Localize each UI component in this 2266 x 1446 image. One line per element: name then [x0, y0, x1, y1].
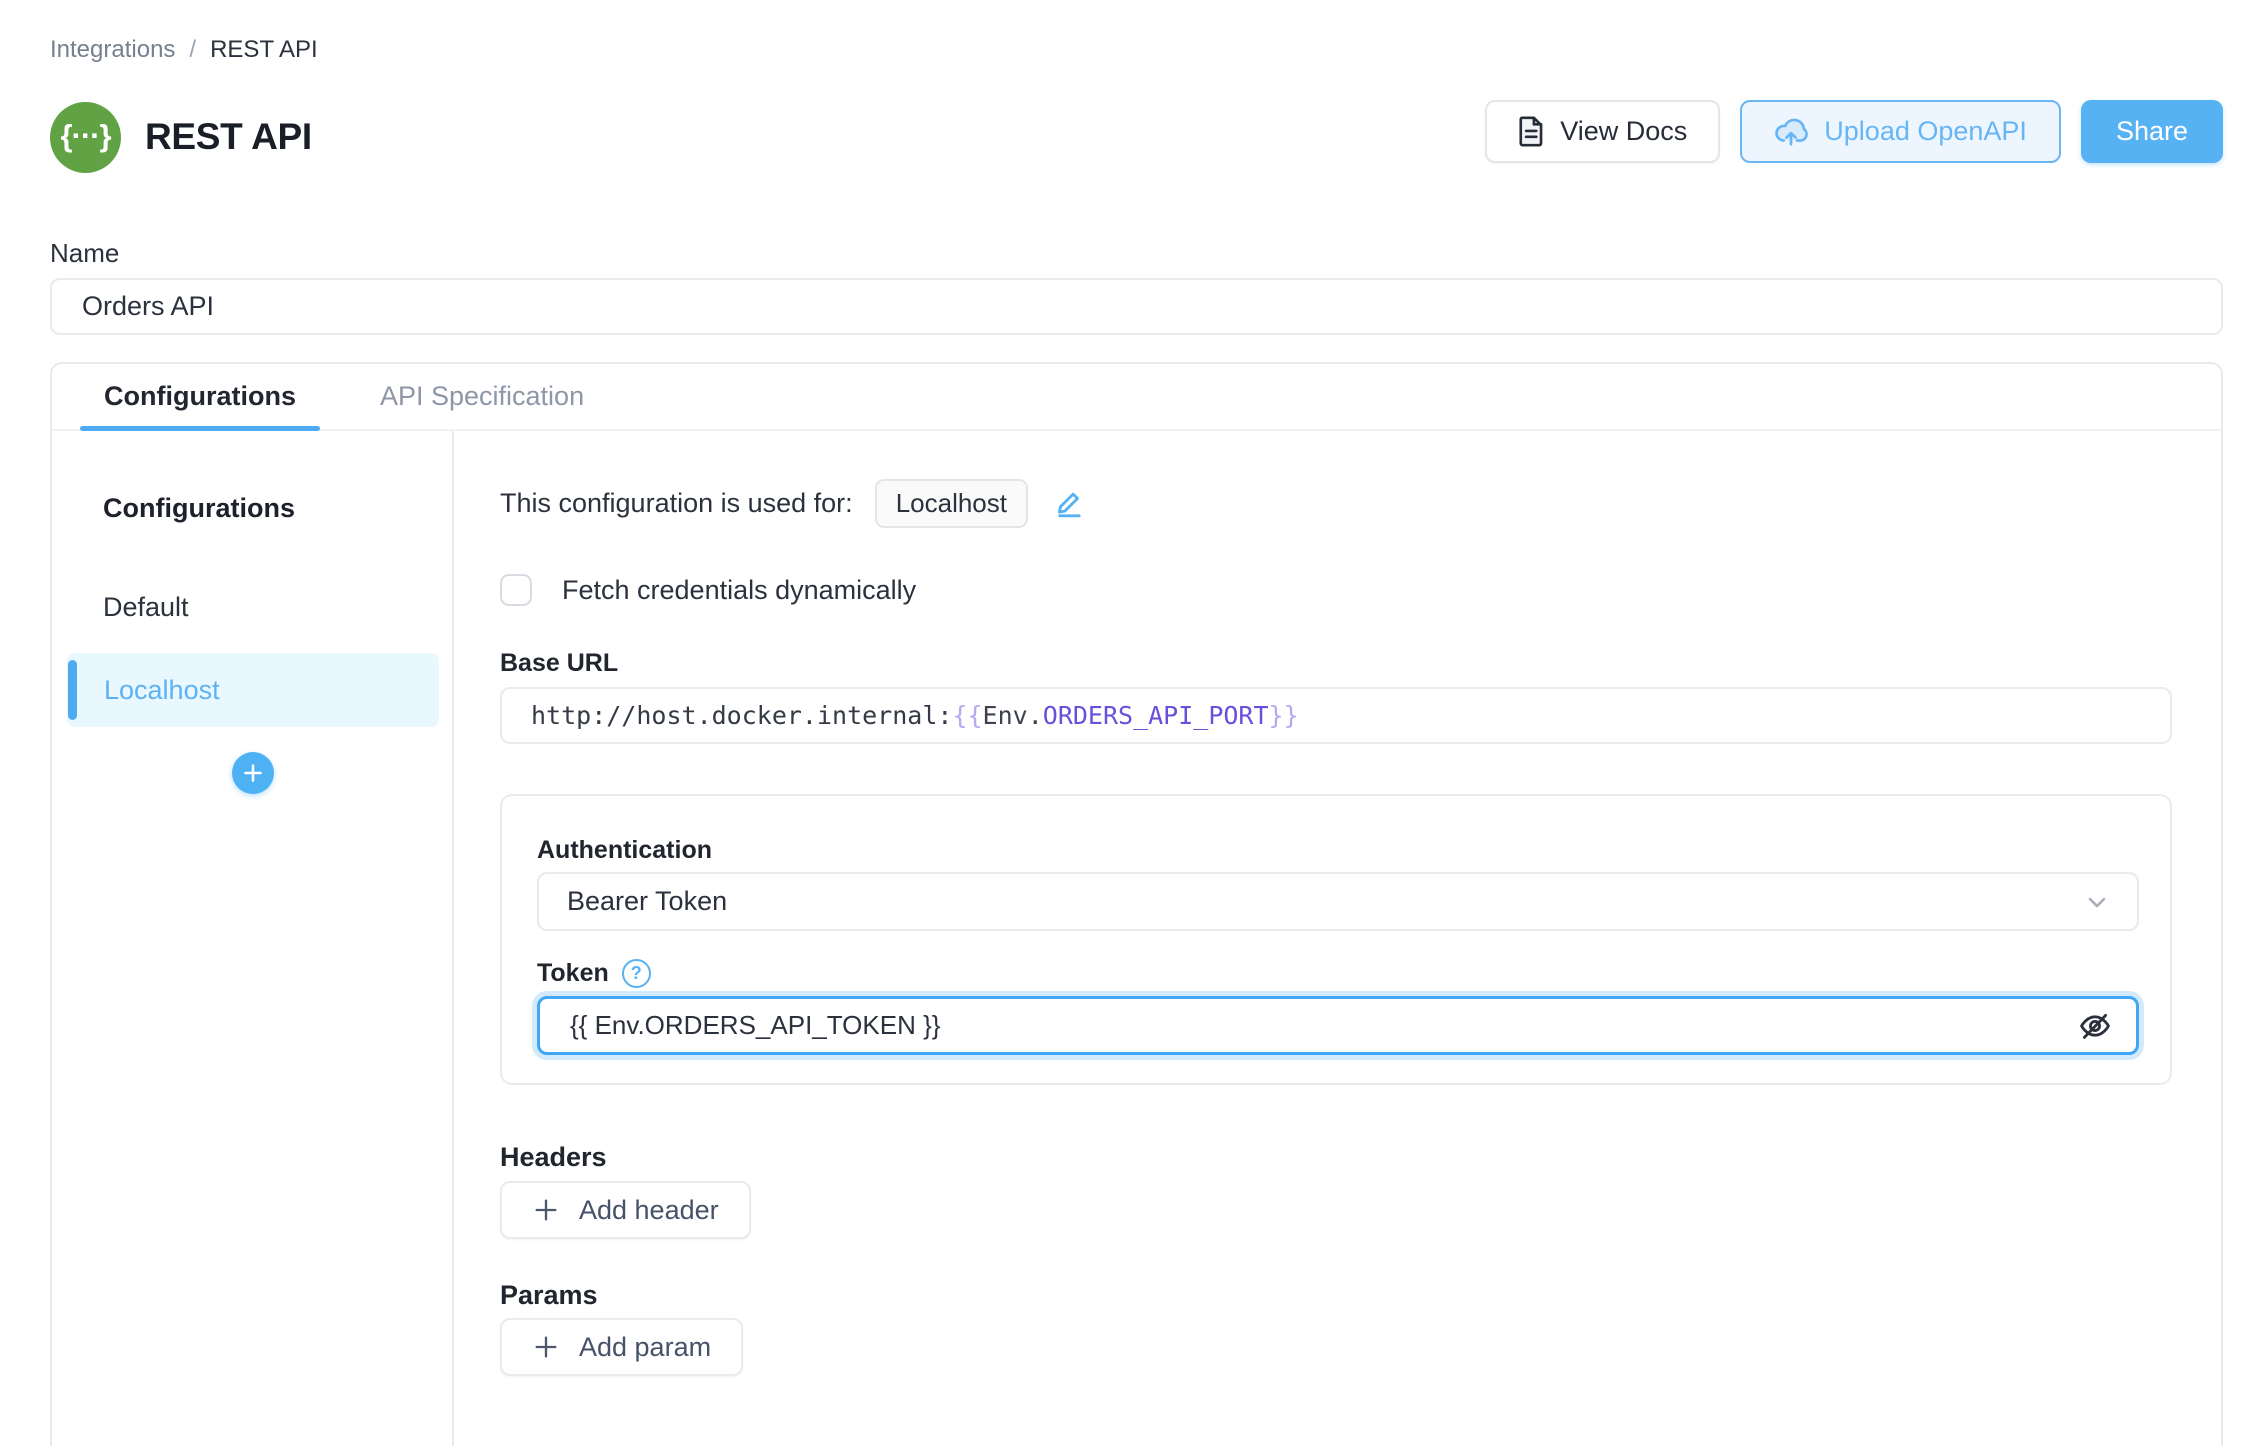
base-url-input[interactable]: http://host.docker.internal:{{Env.ORDERS… [500, 687, 2172, 744]
token-input[interactable] [537, 996, 2139, 1055]
fetch-credentials-label: Fetch credentials dynamically [562, 575, 916, 606]
header-actions: View Docs Upload OpenAPI Share [1485, 100, 2223, 163]
share-button[interactable]: Share [2081, 100, 2223, 163]
template-env-prefix: Env. [983, 701, 1043, 730]
breadcrumb-current: REST API [210, 36, 318, 64]
tab-configurations[interactable]: Configurations [80, 364, 320, 429]
add-param-button[interactable]: Add param [500, 1318, 743, 1376]
integration-card: Configurations API Specification Configu… [50, 362, 2223, 1446]
upload-openapi-button[interactable]: Upload OpenAPI [1740, 100, 2061, 163]
help-icon[interactable]: ? [622, 959, 651, 988]
params-label: Params [500, 1280, 598, 1311]
breadcrumb-separator: / [189, 36, 196, 64]
used-for-label: This configuration is used for: [500, 488, 853, 519]
token-input-field[interactable] [570, 1010, 2106, 1041]
add-configuration-button[interactable] [232, 752, 274, 794]
chevron-down-icon [2083, 888, 2111, 916]
breadcrumb-link-integrations[interactable]: Integrations [50, 36, 175, 64]
token-label-row: Token ? [537, 959, 651, 988]
configuration-panel: This configuration is used for: Localhos… [454, 431, 2221, 1446]
view-docs-label: View Docs [1560, 116, 1687, 147]
sidebar-item-default[interactable]: Default [103, 579, 189, 635]
plus-icon [243, 763, 263, 783]
template-open-braces: {{ [952, 701, 982, 730]
authentication-section: Authentication Bearer Token Token ? [500, 794, 2172, 1085]
page-header: {···} REST API [50, 101, 312, 173]
eye-off-icon [2078, 1009, 2112, 1043]
page-title: REST API [145, 116, 312, 158]
rest-api-icon-glyph: {···} [60, 118, 110, 157]
toggle-token-visibility-button[interactable] [2078, 1009, 2112, 1043]
breadcrumb: Integrations / REST API [50, 36, 318, 64]
upload-openapi-label: Upload OpenAPI [1824, 116, 2027, 147]
view-docs-button[interactable]: View Docs [1485, 100, 1720, 163]
add-header-button[interactable]: Add header [500, 1181, 751, 1239]
template-variable: ORDERS_API_PORT [1043, 701, 1269, 730]
name-input[interactable] [50, 278, 2223, 335]
headers-label: Headers [500, 1142, 607, 1173]
sidebar-item-localhost-label: Localhost [104, 675, 220, 706]
sidebar-heading: Configurations [103, 493, 295, 524]
environment-chip: Localhost [875, 479, 1028, 528]
auth-method-value: Bearer Token [567, 886, 727, 917]
token-label: Token [537, 959, 609, 988]
sidebar-item-localhost[interactable]: Localhost [67, 653, 439, 727]
name-label: Name [50, 238, 119, 269]
fetch-credentials-checkbox[interactable] [500, 574, 532, 606]
tab-api-specification[interactable]: API Specification [356, 364, 608, 429]
rest-api-icon: {···} [50, 102, 121, 173]
card-body: Configurations Default Localhost [52, 431, 2221, 1446]
rest-api-integration-page: Integrations / REST API {···} REST API V… [0, 0, 2266, 1446]
configurations-sidebar: Configurations Default Localhost [52, 431, 454, 1446]
tab-bar: Configurations API Specification [52, 364, 2221, 431]
base-url-text: http://host.docker.internal: [531, 701, 952, 730]
used-for-row: This configuration is used for: Localhos… [500, 478, 1085, 528]
cloud-upload-icon [1774, 117, 1808, 147]
selected-indicator-bar [68, 660, 77, 720]
add-param-label: Add param [579, 1332, 711, 1363]
base-url-label: Base URL [500, 649, 618, 678]
auth-method-select[interactable]: Bearer Token [537, 872, 2139, 931]
document-icon [1518, 116, 1545, 147]
plus-icon [532, 1333, 560, 1361]
pencil-icon [1054, 488, 1085, 519]
fetch-credentials-row: Fetch credentials dynamically [500, 570, 916, 610]
edit-environments-button[interactable] [1054, 488, 1085, 519]
plus-icon [532, 1196, 560, 1224]
add-header-label: Add header [579, 1195, 719, 1226]
template-close-braces: }} [1269, 701, 1299, 730]
authentication-label: Authentication [537, 836, 712, 865]
share-label: Share [2116, 116, 2188, 147]
